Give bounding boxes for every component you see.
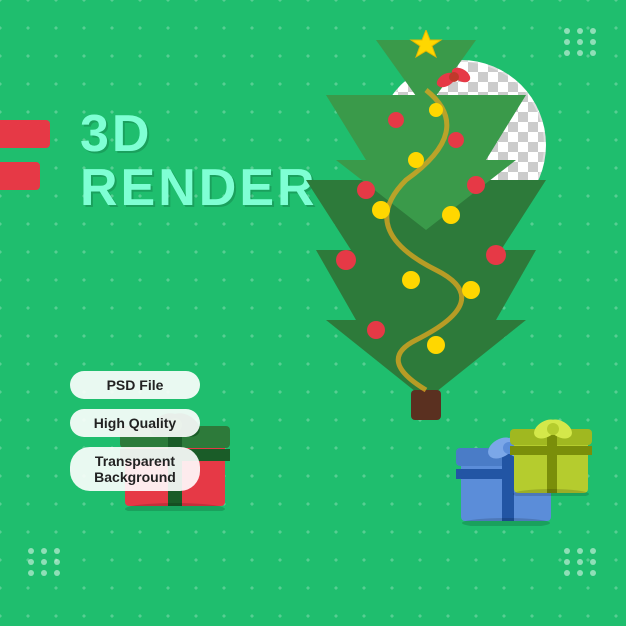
dot [590,50,596,56]
red-bar-2 [0,162,40,190]
dots-top-right [564,28,598,56]
christmas-tree [276,30,576,430]
dot [41,548,47,554]
dot [564,50,570,56]
dot [564,559,570,565]
dot [564,548,570,554]
dot [564,39,570,45]
dot [577,559,583,565]
dot [590,570,596,576]
red-bar-1 [0,120,50,148]
dot [54,559,60,565]
title-3d: 3D [80,108,152,160]
dot [41,559,47,565]
quality-badge: High Quality [70,409,200,437]
dot [577,570,583,576]
dot [577,50,583,56]
dot [590,548,596,554]
dot [577,548,583,554]
dot [564,28,570,34]
dot [590,559,596,565]
dot [54,548,60,554]
psd-badge: PSD File [70,371,200,399]
dot [54,570,60,576]
dot [590,39,596,45]
dot [28,570,34,576]
dots-bottom-right [564,548,598,576]
dot [28,559,34,565]
dots-bottom-left [28,548,62,576]
badge-container: PSD File High Quality TransparentBackgro… [70,371,200,491]
gift-right-yellow [506,411,596,496]
dot [564,570,570,576]
main-container: 3D RENDER [0,0,626,626]
dot [577,39,583,45]
bg-badge: TransparentBackground [70,447,200,491]
dot [590,28,596,34]
dot [28,548,34,554]
dot [577,28,583,34]
dot [41,570,47,576]
